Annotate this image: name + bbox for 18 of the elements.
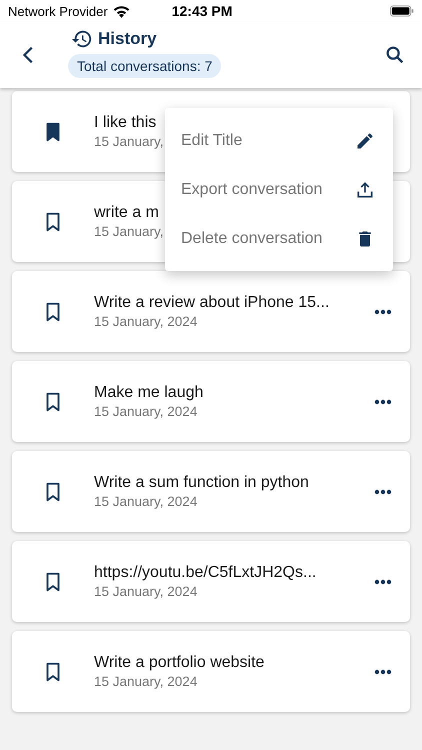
conversation-title: Write a portfolio website [94, 654, 264, 672]
conversation-date: 15 January, 2024 [94, 494, 198, 509]
conversation-title: Write a sum function in python [94, 474, 309, 492]
conversation-date: 15 January, 2024 [94, 674, 198, 689]
conversation-title: write a m [94, 204, 159, 222]
conversation-title: Make me laugh [94, 384, 204, 402]
conversation-date: 15 January, [94, 224, 164, 239]
conversation-date: 15 January, 2024 [94, 404, 198, 419]
conversation-title: Write a review about iPhone 15... [94, 294, 330, 312]
conversation-date: 15 January, 2024 [94, 314, 198, 329]
conversation-date: 15 January, [94, 134, 164, 149]
conversation-count-badge: Total conversations: 7 [68, 54, 222, 78]
conversation-title: I like this [94, 114, 156, 132]
conversation-date: 15 January, 2024 [94, 584, 198, 599]
page-title: History [98, 29, 157, 49]
clock-time: 12:43 PM [172, 3, 232, 19]
conversation-title: https://youtu.be/C5fLxtJH2Qs... [94, 564, 316, 582]
carrier-name: Network Provider [8, 4, 108, 18]
